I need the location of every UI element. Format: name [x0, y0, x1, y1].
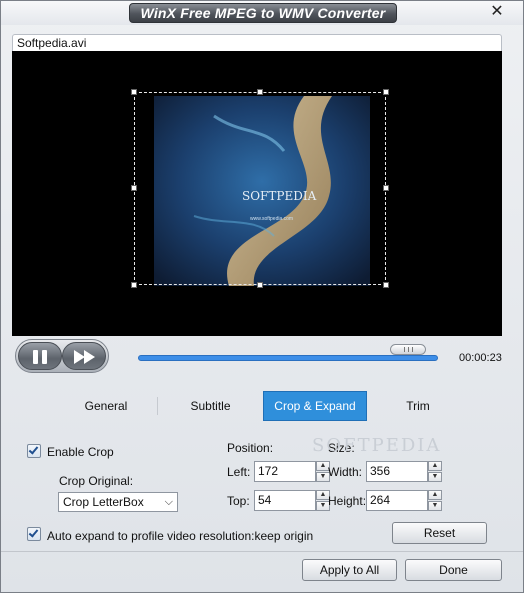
- done-button[interactable]: Done: [405, 559, 502, 581]
- crop-original-value: Crop LetterBox: [63, 495, 144, 509]
- softpedia-watermark: SOFTPEDIA: [312, 435, 442, 456]
- left-stepper[interactable]: 172 ▲ ▼: [254, 461, 332, 482]
- close-icon[interactable]: ✕: [489, 3, 505, 21]
- playback-buttons: [15, 339, 109, 373]
- crop-handle-tr[interactable]: [383, 89, 389, 95]
- settings-tabs: General Subtitle Crop & Expand Trim: [55, 391, 469, 422]
- crop-original-select[interactable]: Crop LetterBox ⌵: [58, 492, 178, 512]
- progress-slider-track[interactable]: [138, 355, 438, 361]
- apply-to-all-button[interactable]: Apply to All: [302, 559, 397, 581]
- crop-handle-mr[interactable]: [383, 185, 389, 191]
- app-window: WinX Free MPEG to WMV Converter ✕ Softpe…: [0, 0, 524, 593]
- enable-crop-checkbox[interactable]: [27, 444, 41, 458]
- pause-button[interactable]: [18, 342, 62, 370]
- window-title: WinX Free MPEG to WMV Converter: [129, 3, 397, 23]
- pause-icon: [33, 350, 38, 364]
- position-label: Position:: [227, 441, 274, 455]
- width-stepper[interactable]: 356 ▲ ▼: [366, 461, 444, 482]
- player-controls: 00:00:23: [12, 336, 512, 378]
- timecode: 00:00:23: [459, 352, 502, 364]
- height-input[interactable]: 264: [366, 490, 428, 511]
- width-label: Width:: [328, 465, 363, 479]
- crop-handle-bm[interactable]: [257, 282, 263, 288]
- pause-icon-bar: [42, 350, 47, 364]
- crop-handle-bl[interactable]: [131, 282, 137, 288]
- crop-handle-ml[interactable]: [131, 185, 137, 191]
- top-stepper[interactable]: 54 ▲ ▼: [254, 490, 332, 511]
- crop-handle-tl[interactable]: [131, 89, 137, 95]
- crop-handle-br[interactable]: [383, 282, 389, 288]
- height-label: Height:: [328, 494, 367, 508]
- auto-expand-checkbox[interactable]: [27, 527, 41, 541]
- enable-crop-label: Enable Crop: [47, 445, 114, 459]
- top-input[interactable]: 54: [254, 490, 316, 511]
- height-up-icon[interactable]: ▲: [428, 490, 442, 500]
- width-down-icon[interactable]: ▼: [428, 472, 442, 482]
- tab-trim[interactable]: Trim: [367, 391, 469, 421]
- tab-subtitle[interactable]: Subtitle: [158, 391, 263, 421]
- top-label: Top:: [227, 494, 250, 508]
- tab-crop-expand[interactable]: Crop & Expand: [263, 391, 367, 421]
- width-input[interactable]: 356: [366, 461, 428, 482]
- progress-slider-thumb[interactable]: [390, 344, 426, 355]
- height-stepper[interactable]: 264 ▲ ▼: [366, 490, 444, 511]
- title-bar: WinX Free MPEG to WMV Converter ✕: [1, 1, 523, 25]
- fast-forward-icon-2: [84, 350, 95, 364]
- reset-button[interactable]: Reset: [392, 522, 487, 544]
- fast-forward-button[interactable]: [62, 342, 106, 370]
- video-preview: SOFTPEDIA www.softpedia.com: [12, 51, 502, 336]
- left-label: Left:: [227, 465, 251, 479]
- crop-panel: Enable Crop Crop Original: Crop LetterBo…: [12, 423, 512, 551]
- height-down-icon[interactable]: ▼: [428, 501, 442, 511]
- crop-handle-tm[interactable]: [257, 89, 263, 95]
- chevron-down-icon: ⌵: [164, 496, 173, 508]
- crop-selection[interactable]: [131, 89, 389, 288]
- width-up-icon[interactable]: ▲: [428, 461, 442, 471]
- tab-general[interactable]: General: [55, 391, 157, 421]
- auto-expand-label: Auto expand to profile video resolution:…: [47, 529, 314, 543]
- footer-divider: [1, 551, 523, 552]
- left-input[interactable]: 172: [254, 461, 316, 482]
- crop-original-label: Crop Original:: [59, 474, 134, 488]
- file-tab[interactable]: Softpedia.avi: [12, 34, 502, 51]
